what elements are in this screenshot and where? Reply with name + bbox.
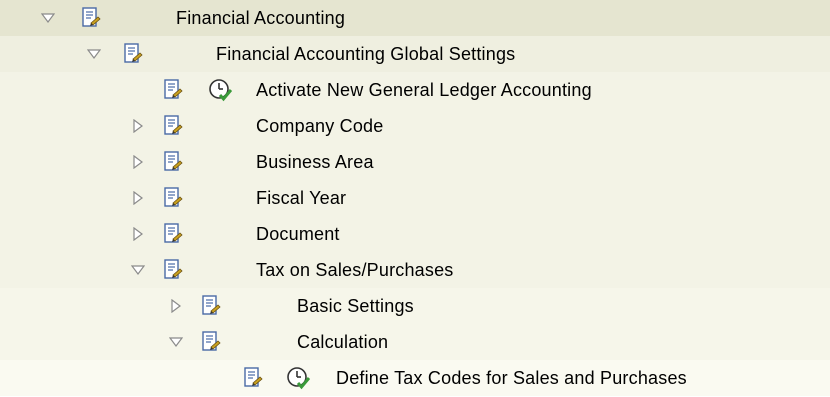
customizing-tree: Financial Accounting Financial Accountin… [0,0,830,397]
document-icon[interactable] [242,360,264,396]
document-icon[interactable] [162,180,184,216]
expand-triangle-down-icon[interactable] [168,324,184,360]
row-background [0,288,830,324]
tree-node-fiscal-year[interactable]: Fiscal Year [0,180,830,216]
expand-triangle-right-icon[interactable] [130,216,146,252]
expand-triangle-right-icon[interactable] [130,144,146,180]
row-background [0,144,830,180]
clock-check-icon[interactable] [286,360,310,396]
expand-triangle-right-icon[interactable] [130,180,146,216]
expand-triangle-down-icon[interactable] [40,0,56,36]
tree-node-label[interactable]: Document [256,216,340,252]
tree-node-document[interactable]: Document [0,216,830,252]
tree-node-label[interactable]: Business Area [256,144,374,180]
tree-node-company-code[interactable]: Company Code [0,108,830,144]
tree-node-activate-new-general-ledger-accounting[interactable]: Activate New General Ledger Accounting [0,72,830,108]
expand-triangle-right-icon[interactable] [168,288,184,324]
document-icon[interactable] [122,36,144,72]
tree-node-label[interactable]: Basic Settings [297,288,414,324]
document-icon[interactable] [162,252,184,288]
document-icon[interactable] [162,144,184,180]
tree-node-business-area[interactable]: Business Area [0,144,830,180]
row-background [0,324,830,360]
clock-check-icon[interactable] [208,72,232,108]
tree-node-calculation[interactable]: Calculation [0,324,830,360]
expand-triangle-down-icon[interactable] [86,36,102,72]
document-icon[interactable] [162,216,184,252]
document-icon[interactable] [80,0,102,36]
expand-triangle-right-icon[interactable] [130,108,146,144]
document-icon[interactable] [162,108,184,144]
tree-node-label[interactable]: Tax on Sales/Purchases [256,252,454,288]
tree-node-financial-accounting[interactable]: Financial Accounting [0,0,830,36]
tree-node-basic-settings[interactable]: Basic Settings [0,288,830,324]
tree-node-label[interactable]: Financial Accounting Global Settings [216,36,515,72]
tree-node-tax-on-sales-purchases[interactable]: Tax on Sales/Purchases [0,252,830,288]
tree-node-label[interactable]: Calculation [297,324,388,360]
row-background [0,216,830,252]
tree-node-label[interactable]: Define Tax Codes for Sales and Purchases [336,360,687,396]
row-background [0,180,830,216]
expand-triangle-down-icon[interactable] [130,252,146,288]
tree-node-label[interactable]: Company Code [256,108,383,144]
document-icon[interactable] [200,324,222,360]
document-icon[interactable] [162,72,184,108]
tree-node-financial-accounting-global-settings[interactable]: Financial Accounting Global Settings [0,36,830,72]
row-background [0,0,830,36]
document-icon[interactable] [200,288,222,324]
tree-node-label[interactable]: Activate New General Ledger Accounting [256,72,592,108]
row-background [0,108,830,144]
tree-node-label[interactable]: Financial Accounting [176,0,345,36]
tree-node-label[interactable]: Fiscal Year [256,180,346,216]
tree-node-define-tax-codes-for-sales-and-purchases[interactable]: Define Tax Codes for Sales and Purchases [0,360,830,396]
